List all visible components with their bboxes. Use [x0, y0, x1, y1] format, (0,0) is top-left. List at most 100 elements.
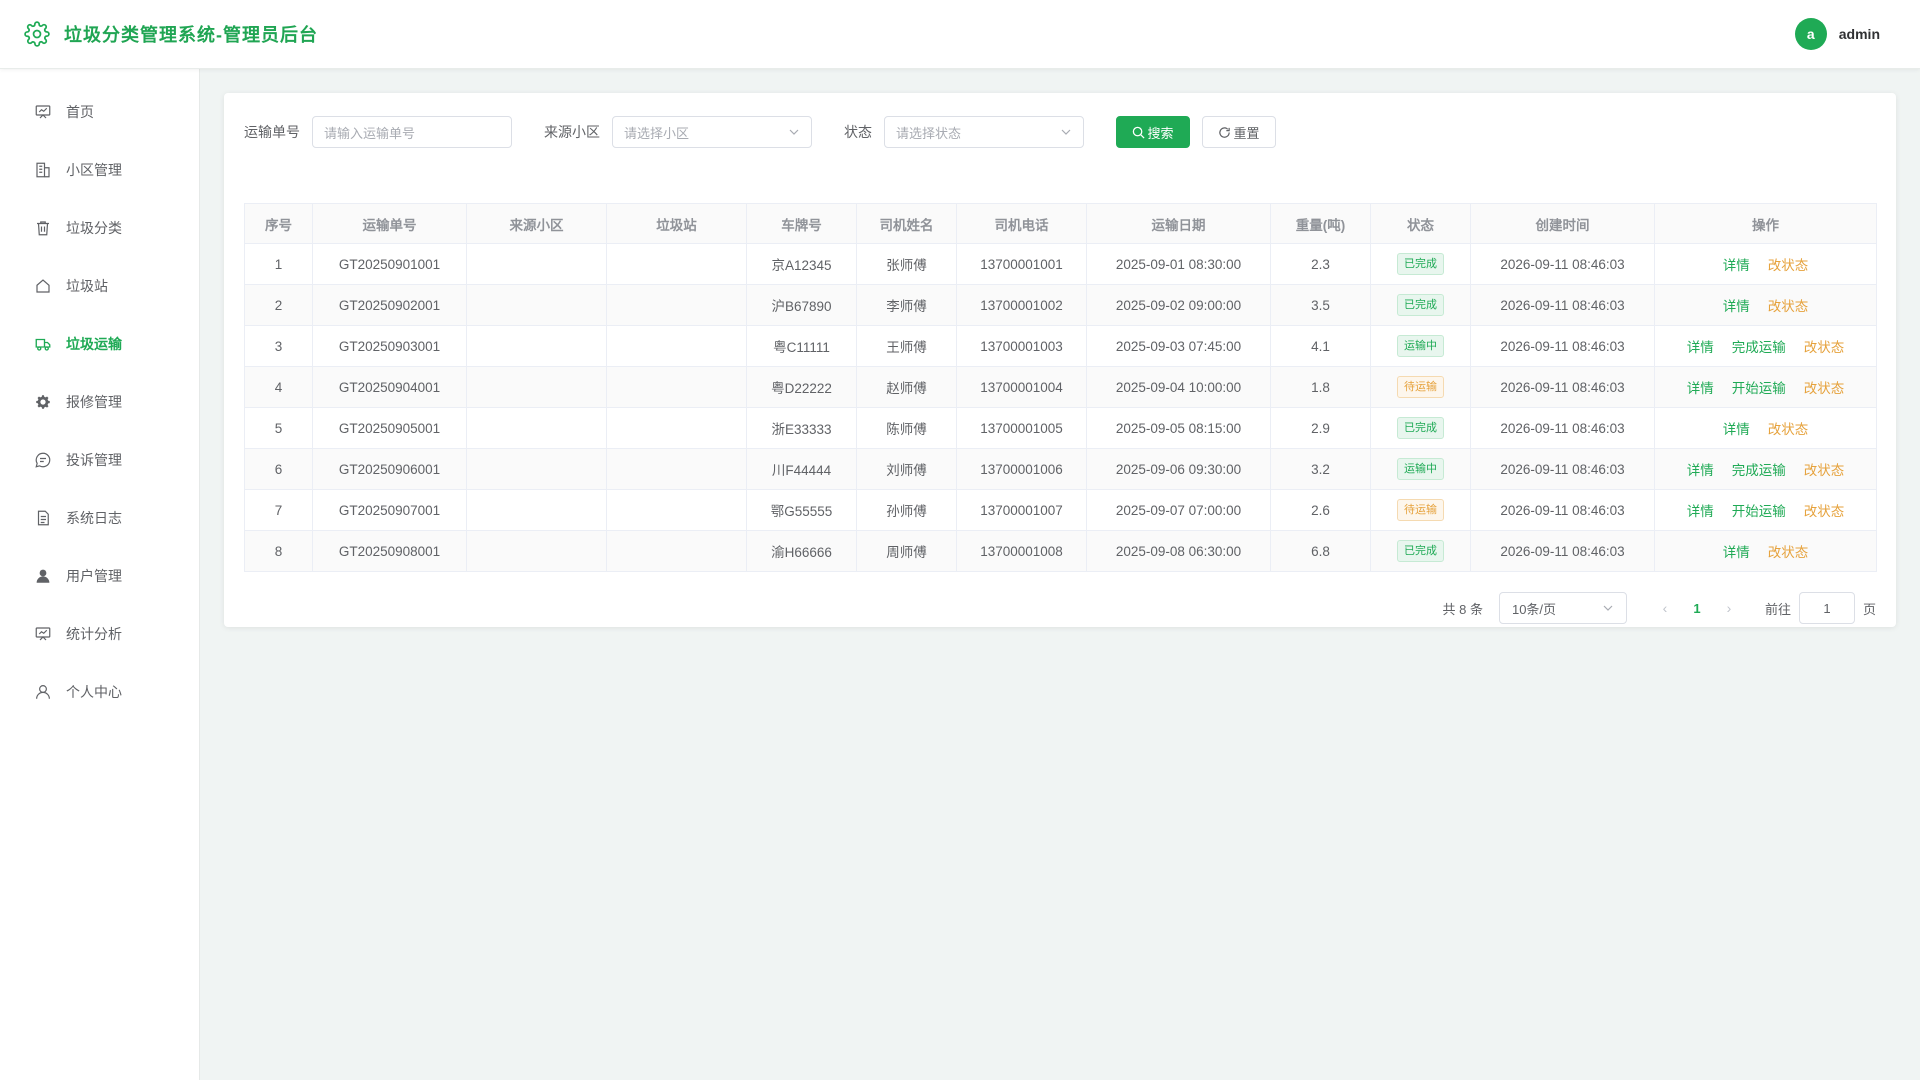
cell-date: 2025-09-07 07:00:00: [1086, 489, 1271, 531]
detail-link[interactable]: 详情: [1687, 463, 1714, 478]
cell-no: 2: [244, 284, 313, 326]
sidebar-item-label: 统计分析: [66, 626, 122, 642]
complete-transport-link[interactable]: 完成运输: [1732, 340, 1786, 355]
sidebar-item-users[interactable]: 用户管理: [0, 547, 199, 605]
sidebar-item-repair[interactable]: 报修管理: [0, 373, 199, 431]
change-status-link[interactable]: 改状态: [1768, 545, 1809, 560]
complete-transport-link[interactable]: 完成运输: [1732, 463, 1786, 478]
community-select[interactable]: 请选择小区: [612, 116, 812, 148]
filter-bar: 运输单号 请输入运输单号 来源小区 请选择小区 状态 请选择状态 搜索 重置: [244, 115, 1876, 149]
transport-no-input[interactable]: 请输入运输单号: [312, 116, 512, 148]
status-badge: 待运输: [1397, 499, 1444, 521]
cell-weight: 2.3: [1270, 243, 1371, 285]
detail-link[interactable]: 详情: [1687, 340, 1714, 355]
start-transport-link[interactable]: 开始运输: [1732, 504, 1786, 519]
column-header: 重量(吨): [1270, 203, 1371, 244]
app-title: 垃圾分类管理系统-管理员后台: [64, 25, 318, 45]
sidebar-item-station[interactable]: 垃圾站: [0, 257, 199, 315]
status-badge: 已完成: [1397, 253, 1444, 275]
column-header: 运输日期: [1086, 203, 1271, 244]
cell-actions: 详情 改状态: [1654, 284, 1877, 326]
page-number-current[interactable]: 1: [1681, 601, 1713, 616]
next-page-button[interactable]: ›: [1713, 600, 1745, 616]
cell-weight: 3.5: [1270, 284, 1371, 326]
cell-order: GT20250902001: [312, 284, 467, 326]
user-filled-icon: [36, 569, 50, 583]
cell-phone: 13700001004: [956, 366, 1087, 408]
sidebar-item-statistics[interactable]: 统计分析: [0, 605, 199, 663]
cell-phone: 13700001002: [956, 284, 1087, 326]
cell-station: [606, 366, 747, 408]
sidebar-item-transport[interactable]: 垃圾运输: [0, 315, 199, 373]
status-select[interactable]: 请选择状态: [884, 116, 1084, 148]
cell-actions: 详情 改状态: [1654, 243, 1877, 285]
avatar[interactable]: a: [1794, 18, 1827, 50]
change-status-link[interactable]: 改状态: [1768, 258, 1809, 273]
cell-community: [466, 243, 607, 285]
cell-order: GT20250906001: [312, 448, 467, 490]
main-content: 运输单号 请输入运输单号 来源小区 请选择小区 状态 请选择状态 搜索 重置 序…: [224, 93, 1896, 627]
start-transport-link[interactable]: 开始运输: [1732, 381, 1786, 396]
search-button-label: 搜索: [1147, 125, 1174, 141]
cell-order: GT20250903001: [312, 325, 467, 367]
cell-station: [606, 489, 747, 531]
transport-table: 序号 运输单号 来源小区 垃圾站 车牌号 司机姓名 司机电话 运输日期 重量(吨…: [244, 203, 1877, 572]
refresh-icon: [1219, 126, 1231, 138]
detail-link[interactable]: 详情: [1687, 504, 1714, 519]
status-badge: 运输中: [1397, 335, 1444, 357]
sidebar-item-label: 个人中心: [66, 684, 122, 700]
change-status-link[interactable]: 改状态: [1804, 463, 1845, 478]
sidebar-item-home[interactable]: 首页: [0, 83, 199, 141]
sidebar-item-label: 用户管理: [66, 568, 122, 584]
status-badge: 已完成: [1397, 417, 1444, 439]
detail-link[interactable]: 详情: [1723, 258, 1750, 273]
cell-created: 2026-09-11 08:46:03: [1470, 366, 1655, 408]
change-status-link[interactable]: 改状态: [1768, 422, 1809, 437]
user-menu[interactable]: a admin: [1794, 18, 1880, 50]
detail-link[interactable]: 详情: [1723, 299, 1750, 314]
cell-created: 2026-09-11 08:46:03: [1470, 489, 1655, 531]
sidebar-item-log[interactable]: 系统日志: [0, 489, 199, 547]
reset-button[interactable]: 重置: [1202, 116, 1276, 148]
status-badge: 已完成: [1397, 294, 1444, 316]
table-row: 6 GT20250906001 川F44444 刘师傅 13700001006 2025-…: [244, 448, 1877, 490]
username[interactable]: admin: [1839, 26, 1880, 42]
table-row: 8 GT20250908001 渝H66666 周师傅 13700001008 2025-…: [244, 530, 1877, 572]
cell-actions: 详情 开始运输 改状态: [1654, 489, 1877, 531]
table-row: 1 GT20250901001 京A12345 张师傅 13700001001 2025-…: [244, 243, 1877, 285]
cell-weight: 1.8: [1270, 366, 1371, 408]
cell-phone: 13700001007: [956, 489, 1087, 531]
goto-prefix: 前往: [1764, 601, 1791, 617]
change-status-link[interactable]: 改状态: [1768, 299, 1809, 314]
detail-link[interactable]: 详情: [1723, 422, 1750, 437]
sidebar-item-classification[interactable]: 垃圾分类: [0, 199, 199, 257]
community-placeholder: 请选择小区: [624, 125, 690, 141]
change-status-link[interactable]: 改状态: [1804, 504, 1845, 519]
page-size-select[interactable]: 10条/页: [1498, 592, 1627, 624]
sidebar-item-label: 报修管理: [66, 394, 122, 410]
trash-icon: [37, 221, 49, 236]
detail-link[interactable]: 详情: [1723, 545, 1750, 560]
cell-driver: 周师傅: [856, 530, 957, 572]
prev-page-button[interactable]: ‹: [1649, 600, 1681, 616]
cell-no: 5: [244, 407, 313, 449]
chevron-down-icon: [1603, 605, 1613, 611]
cell-no: 3: [244, 325, 313, 367]
sidebar-item-community[interactable]: 小区管理: [0, 141, 199, 199]
column-header: 司机电话: [956, 203, 1087, 244]
column-header: 状态: [1370, 203, 1471, 244]
sidebar-item-profile[interactable]: 个人中心: [0, 663, 199, 721]
cell-order: GT20250904001: [312, 366, 467, 408]
change-status-link[interactable]: 改状态: [1804, 340, 1845, 355]
cell-weight: 3.2: [1270, 448, 1371, 490]
change-status-link[interactable]: 改状态: [1804, 381, 1845, 396]
cell-actions: 详情 改状态: [1654, 530, 1877, 572]
sidebar-item-complaint[interactable]: 投诉管理: [0, 431, 199, 489]
column-header: 司机姓名: [856, 203, 957, 244]
user-icon: [36, 685, 50, 699]
search-button[interactable]: 搜索: [1116, 116, 1190, 148]
sidebar-item-label: 首页: [66, 104, 94, 120]
cell-actions: 详情 完成运输 改状态: [1654, 448, 1877, 490]
goto-page-input[interactable]: 1: [1798, 592, 1855, 624]
detail-link[interactable]: 详情: [1687, 381, 1714, 396]
